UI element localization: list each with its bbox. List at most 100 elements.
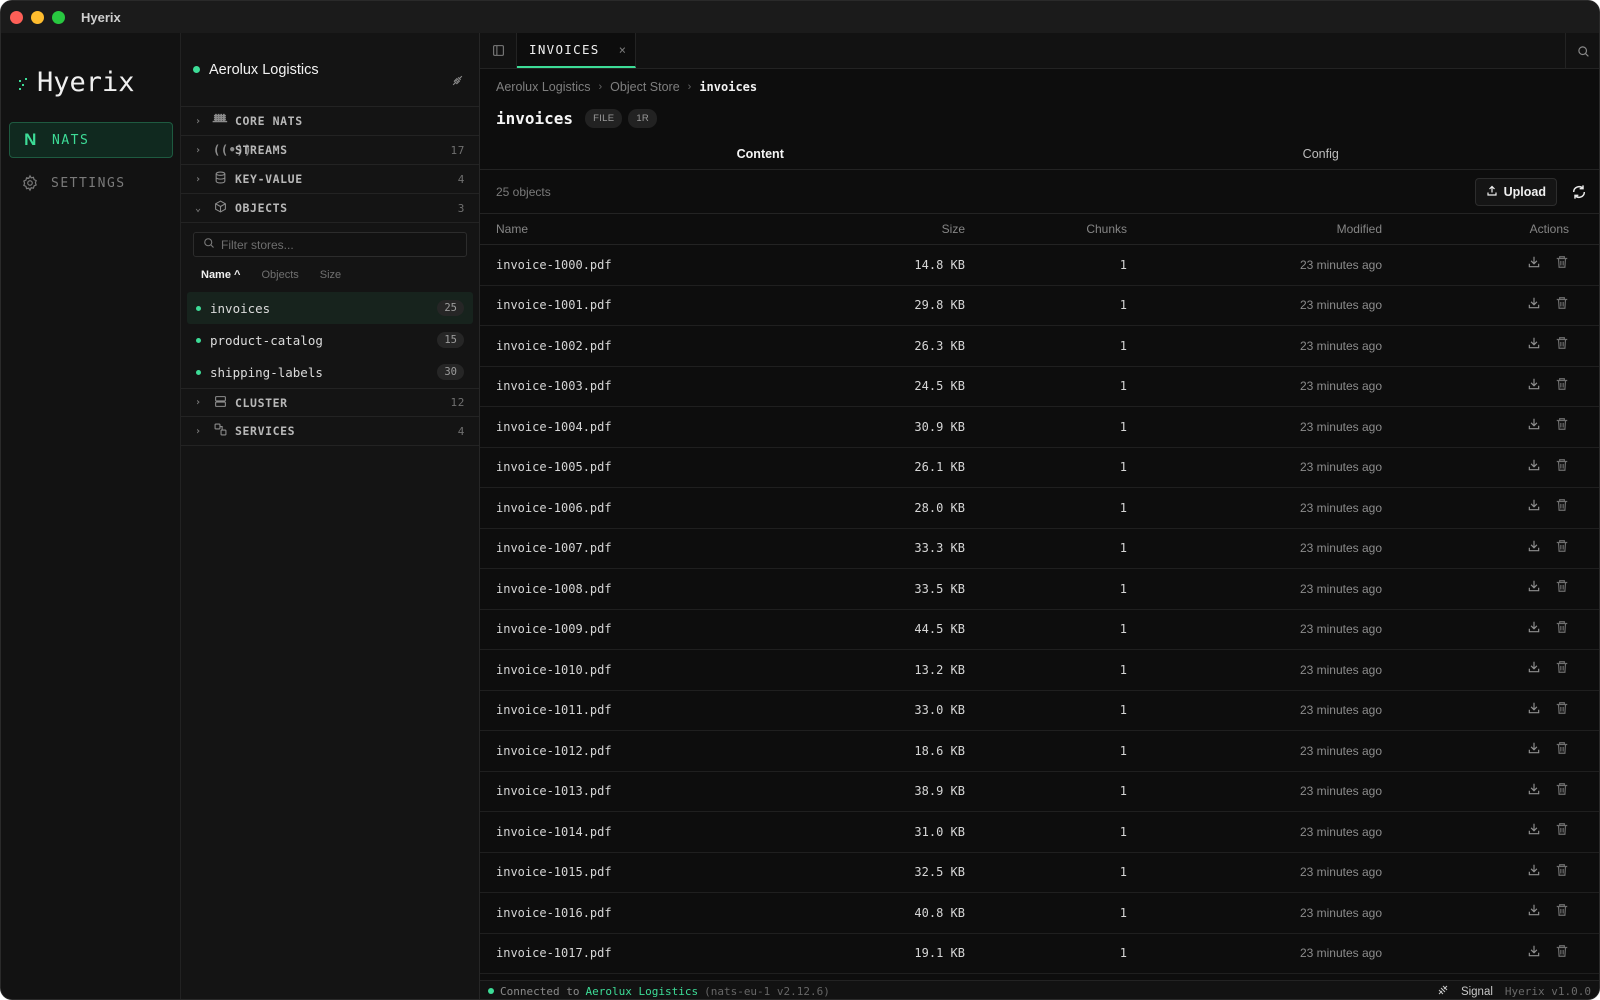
download-icon[interactable] [1527,701,1541,715]
table-row[interactable]: invoice-1003.pdf 24.5 KB 1 23 minutes ago [480,367,1599,407]
disconnect-plug-icon[interactable] [450,73,465,91]
tree-section-core-nats[interactable]: › ᚙ CORE NATS [181,107,479,136]
table-row[interactable]: invoice-1010.pdf 13.2 KB 1 23 minutes ago [480,650,1599,691]
store-item-product-catalog[interactable]: product-catalog 15 [187,324,473,356]
search-icon[interactable] [1565,33,1599,69]
download-icon[interactable] [1527,255,1541,269]
download-icon[interactable] [1527,539,1541,553]
tree-section-services[interactable]: › SERVICES 4 [181,417,479,446]
trash-icon[interactable] [1555,620,1569,634]
trash-icon[interactable] [1555,458,1569,472]
download-icon[interactable] [1527,944,1541,958]
trash-icon[interactable] [1555,377,1569,391]
trash-icon[interactable] [1555,296,1569,310]
column-header-modified[interactable]: Modified [1127,222,1382,236]
trash-icon[interactable] [1555,903,1569,917]
filter-stores-input[interactable] [221,237,441,252]
column-header-name[interactable]: Name [480,222,765,236]
table-row[interactable]: invoice-1006.pdf 28.0 KB 1 23 minutes ago [480,488,1599,529]
breadcrumb-object-store[interactable]: Object Store [610,80,679,94]
trash-icon[interactable] [1555,255,1569,269]
trash-icon[interactable] [1555,701,1569,715]
upload-button[interactable]: Upload [1474,178,1557,206]
tree-section-objects[interactable]: ⌄ OBJECTS 3 [181,194,479,223]
trash-icon[interactable] [1555,741,1569,755]
table-row[interactable]: invoice-1005.pdf 26.1 KB 1 23 minutes ago [480,448,1599,488]
minimize-window-button[interactable] [31,10,44,24]
tab-config[interactable]: Config [1041,139,1600,169]
object-size: 30.9 KB [914,419,965,434]
table-row[interactable]: invoice-1009.pdf 44.5 KB 1 23 minutes ago [480,610,1599,650]
download-icon[interactable] [1527,417,1541,431]
store-item-shipping-labels[interactable]: shipping-labels 30 [187,356,473,388]
tab-close-icon[interactable]: × [619,43,626,57]
connection-header[interactable]: Aerolux Logistics [181,33,479,107]
trash-icon[interactable] [1555,944,1569,958]
trash-icon[interactable] [1555,498,1569,512]
download-icon[interactable] [1527,782,1541,796]
filter-stores-field[interactable] [193,232,467,257]
store-count-badge: 30 [437,364,464,380]
table-row[interactable]: invoice-1012.pdf 18.6 KB 1 23 minutes ago [480,731,1599,772]
table-row[interactable]: invoice-1015.pdf 32.5 KB 1 23 minutes ago [480,853,1599,893]
column-header-size[interactable]: Size [765,222,965,236]
object-name: invoice-1012.pdf [496,743,612,758]
download-icon[interactable] [1527,377,1541,391]
trash-icon[interactable] [1555,417,1569,431]
tree-section-streams[interactable]: › ((•)) STREAMS 17 [181,136,479,165]
tree-section-key-value[interactable]: › KEY-VALUE 4 [181,165,479,194]
table-row[interactable]: invoice-1000.pdf 14.8 KB 1 23 minutes ago [480,245,1599,286]
trash-icon[interactable] [1555,822,1569,836]
tab-content[interactable]: Content [480,139,1041,169]
table-row[interactable]: invoice-1013.pdf 38.9 KB 1 23 minutes ago [480,772,1599,812]
table-row[interactable]: invoice-1002.pdf 26.3 KB 1 23 minutes ago [480,326,1599,367]
row-actions [1382,377,1585,396]
trash-icon[interactable] [1555,579,1569,593]
trash-icon[interactable] [1555,539,1569,553]
breadcrumb-connection[interactable]: Aerolux Logistics [496,80,591,94]
object-name: invoice-1006.pdf [496,500,612,515]
table-row[interactable]: invoice-1017.pdf 19.1 KB 1 23 minutes ago [480,934,1599,974]
download-icon[interactable] [1527,458,1541,472]
signal-button[interactable]: Signal [1461,986,1493,998]
sidebar-toggle-icon[interactable] [480,33,517,68]
nav-item-nats[interactable]: N NATS [9,122,173,158]
nav-item-settings[interactable]: SETTINGS [9,165,173,201]
download-icon[interactable] [1527,741,1541,755]
download-icon[interactable] [1527,296,1541,310]
maximize-window-button[interactable] [52,10,65,24]
store-item-invoices[interactable]: invoices 25 [187,292,473,324]
sort-by-objects[interactable]: Objects [261,269,298,281]
trash-icon[interactable] [1555,660,1569,674]
download-icon[interactable] [1527,660,1541,674]
table-row[interactable]: invoice-1014.pdf 31.0 KB 1 23 minutes ago [480,812,1599,853]
close-window-button[interactable] [10,10,23,24]
sort-by-name[interactable]: Name ^ [201,269,240,281]
tree-section-cluster[interactable]: › CLUSTER 12 [181,388,479,417]
download-icon[interactable] [1527,903,1541,917]
table-row[interactable]: invoice-1008.pdf 33.5 KB 1 23 minutes ago [480,569,1599,610]
download-icon[interactable] [1527,822,1541,836]
refresh-icon[interactable] [1569,182,1589,202]
table-row[interactable]: invoice-1001.pdf 29.8 KB 1 23 minutes ago [480,286,1599,326]
tree-section-count: 4 [457,424,465,438]
download-icon[interactable] [1527,579,1541,593]
tab-invoices[interactable]: INVOICES × [517,33,636,68]
table-row[interactable]: invoice-1004.pdf 30.9 KB 1 23 minutes ago [480,407,1599,448]
object-modified: 23 minutes ago [1299,622,1382,637]
download-icon[interactable] [1527,498,1541,512]
trash-icon[interactable] [1555,782,1569,796]
download-icon[interactable] [1527,336,1541,350]
trash-icon[interactable] [1555,863,1569,877]
status-connection-name[interactable]: Aerolux Logistics [585,985,698,998]
table-row[interactable]: invoice-1016.pdf 40.8 KB 1 23 minutes ago [480,893,1599,934]
download-icon[interactable] [1527,620,1541,634]
download-icon[interactable] [1527,863,1541,877]
column-header-chunks[interactable]: Chunks [965,222,1127,236]
trash-icon[interactable] [1555,336,1569,350]
table-row[interactable]: invoice-1011.pdf 33.0 KB 1 23 minutes ago [480,691,1599,731]
tree-section-label: SERVICES [235,424,296,438]
row-actions [1382,660,1585,679]
sort-by-size[interactable]: Size [320,269,341,281]
table-row[interactable]: invoice-1007.pdf 33.3 KB 1 23 minutes ago [480,529,1599,569]
